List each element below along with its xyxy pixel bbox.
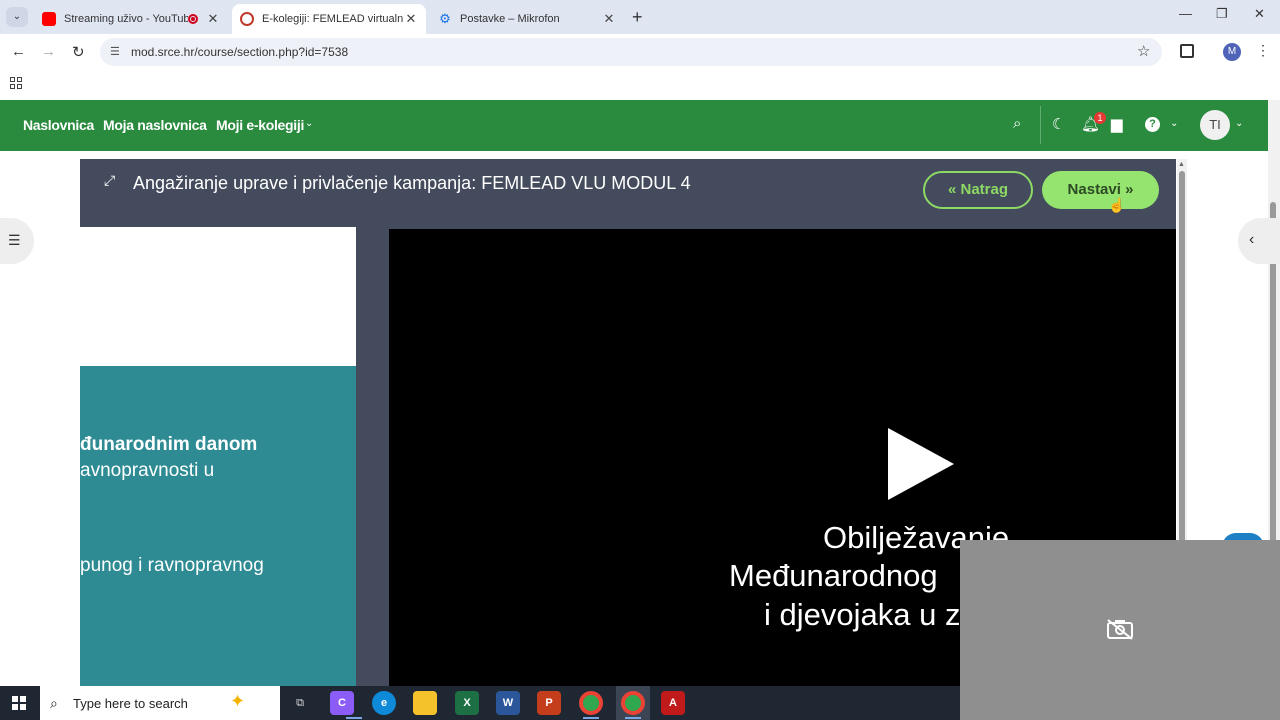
moodle-navbar: Naslovnica Moja naslovnica Moji e-kolegi… xyxy=(0,100,1268,151)
recording-icon xyxy=(188,14,198,24)
back-button[interactable]: « Natrag xyxy=(923,171,1033,209)
running-indicator xyxy=(346,717,362,719)
nav-naslovnica[interactable]: Naslovnica xyxy=(23,117,94,133)
taskbar-search-box[interactable]: ⌕ Type here to search ✦ xyxy=(40,686,280,720)
messages-icon[interactable]: ▆ xyxy=(1111,115,1123,133)
slide-panel-top xyxy=(80,227,356,366)
new-tab-icon[interactable]: + xyxy=(632,7,643,28)
settings-gear-icon: ⚙ xyxy=(439,11,451,26)
search-icon: ⌕ xyxy=(50,695,58,711)
close-tab-icon[interactable]: ✕ xyxy=(404,11,418,27)
camera-preview xyxy=(960,540,1280,720)
expand-icon[interactable]: ⤢ xyxy=(104,172,115,189)
chevron-down-icon[interactable]: ⌄ xyxy=(305,118,313,129)
address-bar[interactable]: ☰ mod.srce.hr/course/section.php?id=7538 xyxy=(100,38,1162,66)
continue-button-label: Nastavi xyxy=(1067,181,1121,198)
screen: ⌄ Streaming uživo - YouTube ✕ E-kolegiji… xyxy=(0,0,1280,720)
user-menu-chevron-icon[interactable]: ⌄ xyxy=(1235,118,1243,129)
slide-text: avnopravnosti u xyxy=(80,460,215,481)
tab-postavke[interactable]: ⚙ Postavke – Mikrofon ✕ xyxy=(430,4,624,34)
tab-label: E-kolegiji: FEMLEAD virtualni lab xyxy=(262,13,404,25)
slide-panel xyxy=(80,366,356,686)
scroll-up-arrow-icon[interactable]: ▲ xyxy=(1178,161,1185,168)
close-tab-icon[interactable]: ✕ xyxy=(206,11,220,27)
youtube-favicon-icon xyxy=(42,12,56,26)
browser-toolbar: ← → ↻ ☰ mod.srce.hr/course/section.php?i… xyxy=(0,34,1280,70)
tab-label: Postavke – Mikrofon xyxy=(460,13,560,25)
chevron-left-icon: ‹ xyxy=(1249,231,1255,248)
running-indicator xyxy=(625,717,641,719)
chrome-icon[interactable] xyxy=(579,691,603,715)
hand-cursor-icon: ☝ xyxy=(1108,197,1126,213)
powerpoint-icon[interactable]: P xyxy=(537,691,561,715)
dark-mode-moon-icon[interactable]: ☾ xyxy=(1052,115,1065,133)
minimize-icon[interactable]: — xyxy=(1179,6,1192,21)
help-icon[interactable]: ? xyxy=(1145,117,1160,132)
running-indicator xyxy=(583,717,599,719)
profile-avatar[interactable]: M xyxy=(1223,43,1241,61)
close-window-icon[interactable]: ✕ xyxy=(1254,6,1265,22)
list-icon: ☰ xyxy=(8,232,21,248)
browser-menu-icon[interactable]: ⋮ xyxy=(1256,42,1270,59)
tab-search-chevron-icon[interactable]: ⌄ xyxy=(6,7,28,27)
extensions-icon[interactable] xyxy=(1180,44,1194,58)
apps-grid-icon[interactable] xyxy=(10,77,22,89)
windows-start-icon[interactable] xyxy=(12,696,26,710)
url-text: mod.srce.hr/course/section.php?id=7538 xyxy=(131,45,349,59)
continue-button[interactable]: Nastavi » xyxy=(1042,171,1159,209)
acrobat-icon[interactable]: A xyxy=(661,691,685,715)
chrome-icon[interactable] xyxy=(621,691,645,715)
file-explorer-icon[interactable] xyxy=(413,691,437,715)
block-drawer-toggle[interactable]: ‹ xyxy=(1238,218,1280,264)
tab-label: Streaming uživo - YouTube xyxy=(64,13,188,25)
browser-tab-strip: ⌄ Streaming uživo - YouTube ✕ E-kolegiji… xyxy=(0,0,1280,34)
user-avatar[interactable]: TI xyxy=(1200,110,1230,140)
slide-text: punog i ravnopravnog xyxy=(80,555,264,576)
site-info-icon[interactable]: ☰ xyxy=(110,45,120,58)
course-index-toggle[interactable]: ☰ xyxy=(0,218,34,264)
tab-youtube[interactable]: Streaming uživo - YouTube ✕ xyxy=(34,4,228,34)
search-icon[interactable]: ⌕ xyxy=(1013,115,1021,132)
search-placeholder: Type here to search xyxy=(73,696,188,711)
copilot-icon[interactable]: C xyxy=(330,691,354,715)
notification-badge: 1 xyxy=(1094,112,1106,124)
restore-icon[interactable]: ❐ xyxy=(1216,6,1228,22)
back-arrow-icon[interactable]: ← xyxy=(11,43,26,60)
nav-moja-naslovnica[interactable]: Moja naslovnica xyxy=(103,117,207,133)
tab-e-kolegiji[interactable]: E-kolegiji: FEMLEAD virtualni lab ✕ xyxy=(232,4,426,34)
camera-off-icon xyxy=(1107,619,1133,640)
back-button-label: Natrag xyxy=(960,181,1009,198)
video-caption-line: Međunarodnog xyxy=(729,558,938,593)
double-chevron-right-icon: » xyxy=(1125,181,1134,198)
divider xyxy=(1040,106,1041,144)
bookmark-star-icon[interactable]: ☆ xyxy=(1137,42,1150,60)
double-chevron-left-icon: « xyxy=(947,181,957,198)
close-tab-icon[interactable]: ✕ xyxy=(602,11,616,27)
reload-icon[interactable]: ↻ xyxy=(72,43,85,61)
play-icon[interactable] xyxy=(888,428,954,500)
copilot-sparkle-icon: ✦ xyxy=(230,691,246,711)
bookmarks-bar xyxy=(0,70,1280,100)
activity-title: Angažiranje uprave i privlačenje kampanj… xyxy=(133,173,691,193)
excel-icon[interactable]: X xyxy=(455,691,479,715)
word-icon[interactable]: W xyxy=(496,691,520,715)
chevron-down-icon[interactable]: ⌄ xyxy=(1170,118,1178,129)
edge-icon[interactable]: e xyxy=(372,691,396,715)
windows-taskbar: ⌕ Type here to search ✦ ⧉ C e X W P A xyxy=(0,686,960,720)
srce-favicon-icon xyxy=(240,12,254,26)
task-view-icon[interactable]: ⧉ xyxy=(288,691,312,715)
forward-arrow-icon[interactable]: → xyxy=(41,43,56,60)
slide-heading: đunarodnim danom xyxy=(80,434,258,455)
video-caption-line: i djevojaka u z xyxy=(764,597,961,632)
nav-moji-e-kolegiji[interactable]: Moji e-kolegiji xyxy=(216,117,304,133)
